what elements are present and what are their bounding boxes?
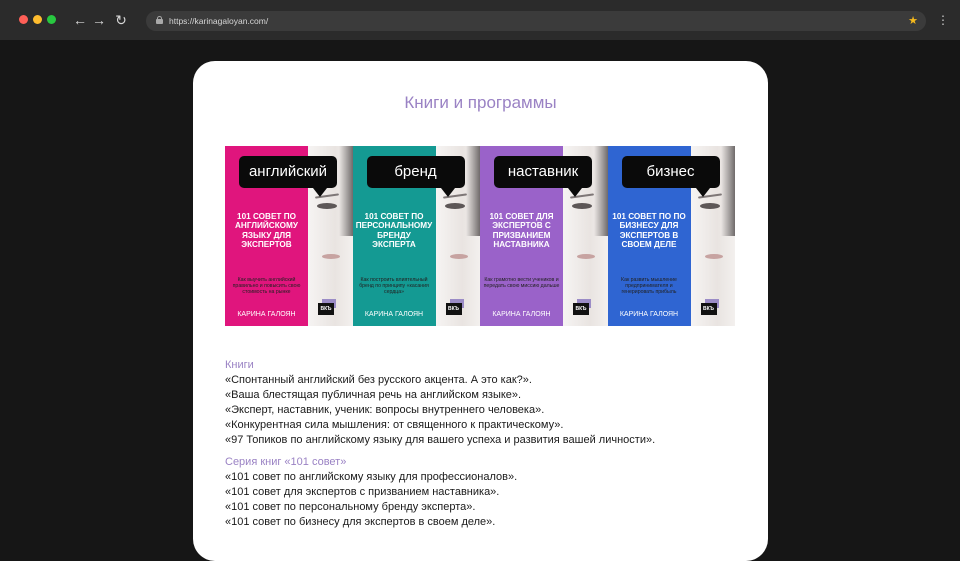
address-bar[interactable]: https://karinagaloyan.com/ ★ [146, 11, 926, 31]
cover-title: 101 СОВЕТ ПО АНГЛИЙСКОМУ ЯЗЫКУ ДЛЯ ЭКСПЕ… [235, 212, 298, 250]
arrow-right-icon[interactable]: → [91, 11, 107, 29]
book-cover[interactable]: 101 СОВЕТ ПО ПО БИЗНЕСУ ДЛЯ ЭКСПЕРТОВ В … [607, 146, 735, 326]
publisher-name: ВКЪ [573, 303, 589, 315]
series-list-item: «101 совет по бизнесу для экспертов в св… [225, 516, 496, 528]
book-covers: 101 СОВЕТ ПО АНГЛИЙСКОМУ ЯЗЫКУ ДЛЯ ЭКСПЕ… [225, 146, 735, 326]
cover-author: КАРИНА ГАЛОЯН [492, 311, 551, 318]
author-photo-detail [322, 254, 340, 259]
arrow-left-icon[interactable]: ← [72, 11, 88, 29]
more-vertical-icon[interactable]: ⋮ [937, 12, 949, 28]
cover-subtitle: Как построить влиятельный бренд по принц… [359, 277, 429, 295]
series-list-item: «101 совет по английскому языку для проф… [225, 471, 518, 483]
topic-bubble: бренд [366, 156, 465, 188]
reload-icon[interactable]: ↻ [113, 11, 129, 29]
series-list-item: «101 совет по персональному бренду экспе… [225, 501, 476, 513]
series-section: Серия книг «101 совет» «101 совет по анг… [225, 455, 745, 530]
cover-author: КАРИНА ГАЛОЯН [237, 311, 296, 318]
book-cover[interactable]: 101 СОВЕТ ПО ПЕРСОНАЛЬНОМУ БРЕНДУ ЭКСПЕР… [352, 146, 480, 326]
book-cover[interactable]: 101 СОВЕТ ПО АНГЛИЙСКОМУ ЯЗЫКУ ДЛЯ ЭКСПЕ… [225, 146, 353, 326]
bubble-tail [440, 188, 455, 197]
author-photo-detail [704, 254, 723, 259]
maximize-window-button[interactable] [47, 15, 56, 24]
books-list-item: «Ваша блестящая публичная речь на англий… [225, 389, 522, 401]
star-icon[interactable]: ★ [908, 12, 918, 30]
topic-bubble: бизнес [621, 156, 720, 188]
publisher-logo: ВКЪ [318, 299, 338, 318]
books-heading: Книги [225, 359, 254, 371]
book-cover[interactable]: 101 СОВЕТ ДЛЯ ЭКСПЕРТОВ С ПРИЗВАНИЕМ НАС… [480, 146, 608, 326]
cover-subtitle: Как развить мышление предпринимателя и г… [621, 277, 677, 295]
bubble-tail [695, 188, 710, 197]
series-heading: Серия книг «101 совет» [225, 456, 347, 468]
content-card: Книги и программы 101 СОВЕТ ПО АНГЛИЙСКО… [193, 61, 768, 561]
topic-bubble: наставник [494, 156, 592, 188]
close-window-button[interactable] [19, 15, 28, 24]
browser-toolbar: ← → ↻ https://karinagaloyan.com/ ★ ⋮ [0, 0, 960, 40]
publisher-name: ВКЪ [700, 303, 717, 315]
books-list-item: «Конкурентная сила мышления: от священно… [225, 419, 564, 431]
author-photo-detail [444, 203, 465, 209]
url-text[interactable]: https://karinagaloyan.com/ [169, 11, 268, 31]
books-list-item: «97 Топиков по английскому языку для ваш… [225, 434, 656, 446]
cover-author: КАРИНА ГАЛОЯН [619, 311, 679, 318]
topic-bubble: английский [239, 156, 337, 188]
series-list-item: «101 совет для экспертов с призванием на… [225, 486, 500, 498]
publisher-logo: ВКЪ [573, 299, 593, 318]
minimize-window-button[interactable] [33, 15, 42, 24]
publisher-logo: ВКЪ [445, 299, 466, 318]
publisher-name: ВКЪ [445, 303, 462, 315]
bubble-tail [568, 188, 582, 197]
books-section: Книги «Спонтанный английский без русског… [225, 358, 745, 448]
author-photo-detail [699, 203, 720, 209]
cover-title: 101 СОВЕТ ПО ПЕРСОНАЛЬНОМУ БРЕНДУ ЭКСПЕР… [355, 212, 433, 250]
books-list-item: «Спонтанный английский без русского акце… [225, 374, 532, 386]
cover-subtitle: Как грамотно вести учеников и передать с… [483, 277, 560, 289]
page-title: Книги и программы [404, 93, 557, 112]
author-photo-detail [449, 254, 468, 259]
author-photo-detail [572, 203, 592, 209]
publisher-logo: ВКЪ [700, 299, 721, 318]
bubble-tail [313, 188, 327, 197]
lock-icon [156, 16, 163, 24]
books-list-item: «Эксперт, наставник, ученик: вопросы вну… [225, 404, 545, 416]
cover-title: 101 СОВЕТ ДЛЯ ЭКСПЕРТОВ С ПРИЗВАНИЕМ НАС… [489, 212, 554, 250]
publisher-name: ВКЪ [318, 303, 334, 315]
cover-title: 101 СОВЕТ ПО ПО БИЗНЕСУ ДЛЯ ЭКСПЕРТОВ В … [612, 212, 686, 250]
cover-author: КАРИНА ГАЛОЯН [364, 311, 424, 318]
author-photo-detail [577, 254, 595, 259]
author-photo-detail [317, 203, 337, 209]
cover-subtitle: Как выучить английский правильно и повыс… [232, 277, 301, 295]
